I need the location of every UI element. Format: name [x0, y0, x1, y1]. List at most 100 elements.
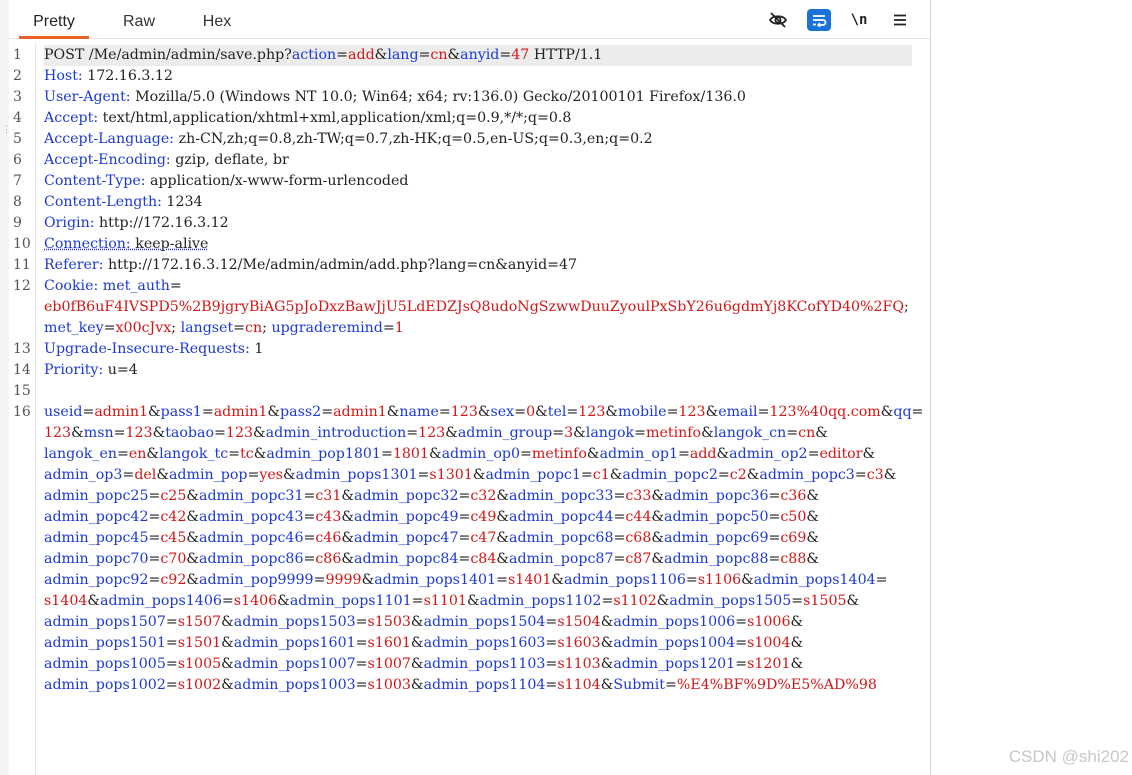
param-separator: &: [716, 446, 730, 462]
param-separator: &: [221, 656, 234, 672]
body-param-value: c31: [315, 488, 342, 504]
newline-toggle-button[interactable]: \n: [847, 9, 871, 31]
param-separator: &: [148, 404, 161, 420]
param-equals: =: [417, 467, 430, 483]
param-separator: &: [253, 425, 266, 441]
param-equals: =: [911, 404, 924, 420]
cookie-value: 1: [394, 320, 404, 336]
header-value: http://172.16.3.12: [94, 215, 229, 231]
code-line: admin_pops1005=s1005&admin_pops1007=s100…: [44, 654, 803, 675]
code-line: admin_popc45=c45&admin_popc46=c46&admin_…: [44, 528, 819, 549]
body-param-key: admin_op3: [44, 467, 123, 483]
param-separator: &: [146, 446, 160, 462]
body-param-value: c44: [625, 509, 652, 525]
param-equals: =: [165, 614, 178, 630]
hamburger-menu-icon[interactable]: [888, 9, 912, 31]
param-equals: =: [768, 509, 781, 525]
collapse-handle-icon[interactable]: ⋮: [2, 122, 11, 136]
param-separator: &: [386, 404, 400, 420]
body-param-value: s1406: [233, 593, 278, 609]
param-separator: &: [221, 635, 234, 651]
body-param-key: admin_pop: [168, 467, 248, 483]
param-equals: =: [165, 635, 178, 651]
body-param-value: yes: [259, 467, 284, 483]
body-param-key: admin_pops1002: [44, 677, 166, 693]
code-line: Priority: u=4: [44, 360, 138, 381]
header-name: Upgrade-Insecure-Requests:: [44, 341, 250, 357]
body-param-key: admin_pop9999: [199, 572, 314, 588]
body-param-value: s1404: [44, 593, 88, 609]
body-param-value: s1007: [367, 656, 411, 672]
body-param-key: admin_popc68: [509, 530, 614, 546]
param-separator: &: [705, 404, 719, 420]
param-equals: =: [201, 404, 214, 420]
tab-pretty[interactable]: Pretty: [19, 0, 89, 39]
body-param-key: langok_cn: [713, 425, 787, 441]
body-param-key: admin_group: [457, 425, 553, 441]
param-equals: =: [545, 677, 558, 693]
param-separator: &: [806, 509, 819, 525]
cookie-value: cn: [245, 320, 263, 336]
cookie-separator: ;: [903, 299, 909, 315]
param-equals: =: [355, 614, 368, 630]
body-param-value: c36: [780, 488, 807, 504]
body-param-key: sex: [490, 404, 515, 420]
body-param-key: admin_pops1005: [44, 656, 166, 672]
body-param-key: admin_popc50: [664, 509, 769, 525]
param-separator: &: [341, 551, 354, 567]
code-line: User-Agent: Mozilla/5.0 (Windows NT 10.0…: [44, 87, 746, 108]
body-param-value: s1503: [367, 614, 411, 630]
header-name: Cookie:: [44, 278, 99, 294]
param-separator: &: [496, 509, 509, 525]
param-equals: =: [601, 593, 614, 609]
query-param-key: anyid: [460, 47, 500, 63]
param-separator: &: [87, 593, 101, 609]
param-separator: &: [410, 656, 424, 672]
param-separator: &: [341, 488, 354, 504]
body-param-key: admin_popc88: [664, 551, 769, 567]
param-equals: =: [113, 425, 126, 441]
param-separator: &: [221, 614, 234, 630]
param-separator: &: [806, 530, 819, 546]
body-param-key: admin_popc45: [44, 530, 149, 546]
body-param-value: editor: [819, 446, 863, 462]
param-equals: =: [103, 320, 116, 336]
eye-slash-icon[interactable]: [766, 9, 790, 31]
code-line: admin_popc70=c70&admin_popc86=c86&admin_…: [44, 549, 819, 570]
param-equals: =: [580, 467, 593, 483]
body-param-value: c88: [780, 551, 807, 567]
header-name: Accept-Encoding:: [44, 152, 171, 168]
param-equals: =: [613, 488, 626, 504]
body-param-key: admin_popc36: [664, 488, 769, 504]
param-separator: &: [186, 488, 199, 504]
line-number: 16: [13, 404, 31, 420]
header-value: keep-alive: [130, 236, 209, 252]
body-param-key: admin_popc92: [44, 572, 149, 588]
code-line: useid=admin1&pass1=admin1&pass2=admin1&n…: [44, 402, 923, 423]
header-value: gzip, deflate, br: [170, 152, 289, 168]
wrap-lines-icon[interactable]: [807, 9, 831, 31]
body-param-value: c86: [315, 551, 342, 567]
body-param-value: 1801: [392, 446, 429, 462]
param-equals: =: [458, 551, 471, 567]
body-param-key: admin_pops1103: [423, 656, 546, 672]
body-param-key: admin_pops1404: [753, 572, 876, 588]
code-line: Accept: text/html,application/xhtml+xml,…: [44, 108, 571, 129]
param-separator: &: [267, 404, 281, 420]
body-param-value: 3: [564, 425, 574, 441]
tab-raw[interactable]: Raw: [113, 0, 165, 38]
body-param-key: admin_popc2: [622, 467, 718, 483]
line-number: 13: [13, 341, 31, 357]
code-line: admin_pops1002=s1002&admin_pops1003=s100…: [44, 675, 877, 696]
body-param-value: s1507: [177, 614, 222, 630]
code-line: langok_en=en&langok_tc=tc&admin_pop1801=…: [44, 444, 875, 465]
body-param-value: c68: [625, 530, 652, 546]
tab-hex[interactable]: Hex: [191, 0, 243, 38]
param-separator: &: [361, 572, 375, 588]
body-param-key: admin_pops1003: [233, 677, 356, 693]
body-param-value: tc: [240, 446, 254, 462]
param-equals: =: [380, 446, 393, 462]
body-param-value: del: [134, 467, 157, 483]
cookie-key: met_key: [44, 320, 104, 336]
param-equals: =: [303, 488, 316, 504]
